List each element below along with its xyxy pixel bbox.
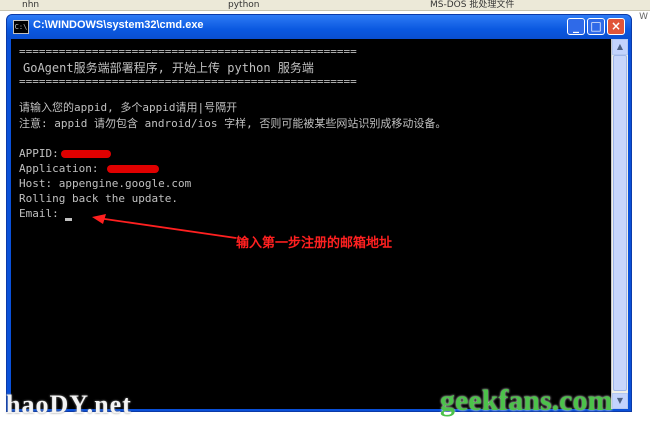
scroll-down-icon[interactable]: ▼ xyxy=(612,393,628,409)
taskbar-item[interactable]: python xyxy=(228,0,259,10)
maximize-button[interactable]: □ xyxy=(587,18,605,35)
appid-prompt: 请输入您的appid, 多个appid请用|号隔开 xyxy=(19,101,238,114)
text-cursor xyxy=(64,218,72,221)
vertical-scrollbar[interactable]: ▲ ▼ xyxy=(611,39,628,409)
close-button[interactable]: × xyxy=(607,18,625,35)
appid-line: APPID: xyxy=(19,147,111,161)
watermark-left: haoDY.net xyxy=(6,390,132,419)
background-side-label: W xyxy=(639,12,648,22)
redacted-application xyxy=(107,165,160,173)
appid-notice: 注意: appid 请勿包含 android/ios 字样, 否则可能被某些网站… xyxy=(19,117,447,130)
scroll-up-icon[interactable]: ▲ xyxy=(612,39,628,55)
email-label: Email: xyxy=(19,207,59,220)
host-line: Host: appengine.google.com xyxy=(19,177,192,190)
minimize-button[interactable]: _ xyxy=(567,18,585,35)
cmd-icon: C:\ xyxy=(13,20,29,34)
redacted-appid xyxy=(60,150,111,158)
application-label: Application: xyxy=(19,162,106,175)
taskbar-item[interactable]: MS-DOS 批处理文件 xyxy=(430,0,514,10)
annotation-text: 输入第一步注册的邮箱地址 xyxy=(236,236,393,251)
separator-line: ========================================… xyxy=(19,75,357,88)
window-title: C:\WINDOWS\system32\cmd.exe xyxy=(33,19,204,31)
taskbar-item[interactable]: nhn xyxy=(22,0,39,10)
appid-label: APPID: xyxy=(19,147,59,160)
separator-line: ========================================… xyxy=(19,45,357,58)
arrow-pointer-icon xyxy=(92,214,237,239)
rollback-line: Rolling back the update. xyxy=(19,192,178,205)
application-line: Application: xyxy=(19,162,160,176)
background-taskbar: nhn python MS-DOS 批处理文件 xyxy=(0,0,650,11)
watermark-right: geekfans.com xyxy=(440,384,613,417)
minimize-icon: _ xyxy=(573,19,579,33)
console-heading: GoAgent服务端部署程序, 开始上传 python 服务端 xyxy=(23,61,314,75)
maximize-icon: □ xyxy=(590,19,602,33)
scroll-thumb[interactable] xyxy=(613,55,627,391)
title-bar[interactable]: C:\ C:\WINDOWS\system32\cmd.exe _ □ × xyxy=(7,15,631,39)
close-icon: × xyxy=(610,19,622,33)
email-line: Email: xyxy=(19,207,72,221)
